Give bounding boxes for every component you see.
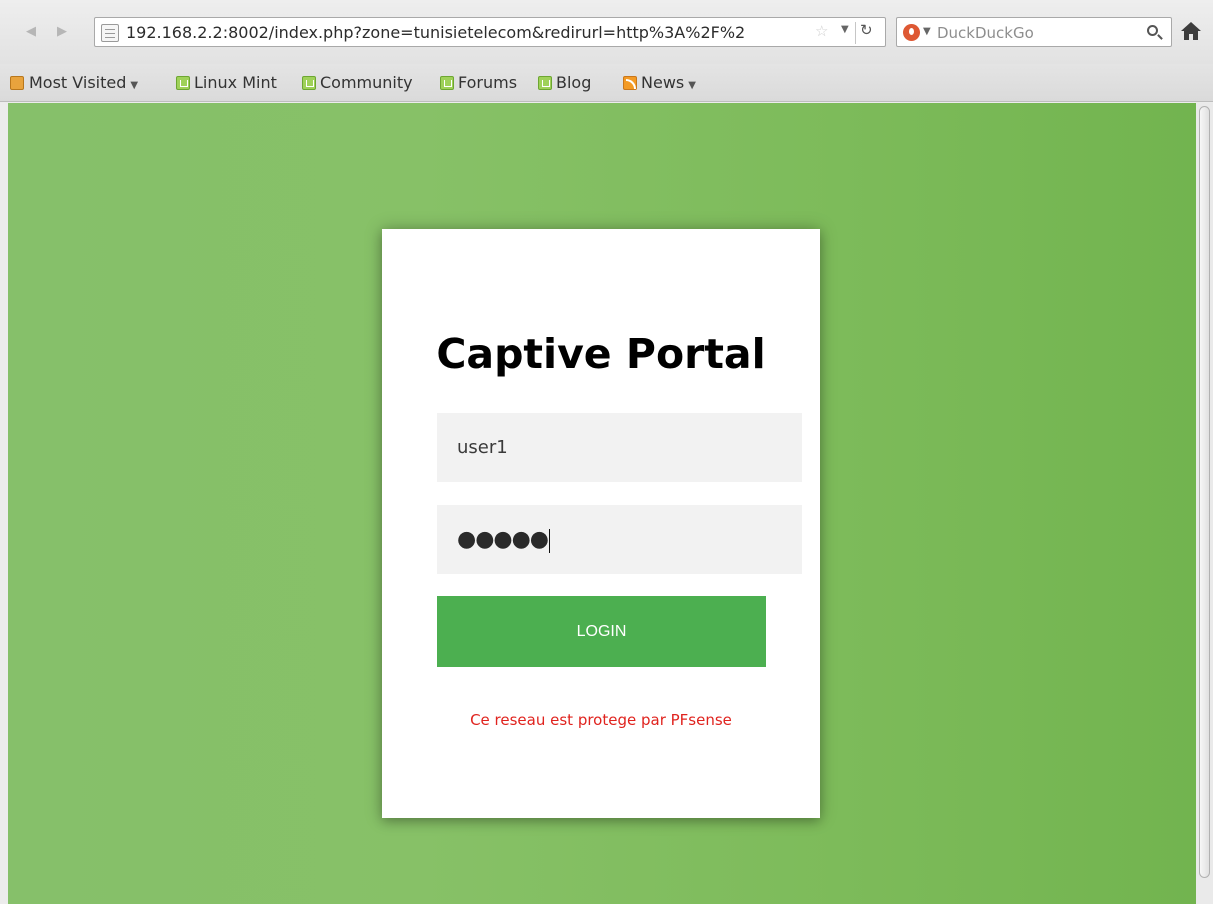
linux-mint-icon [176,76,190,90]
forward-arrow-icon[interactable]: ▶ [53,22,71,42]
text-caret [548,529,550,553]
home-icon[interactable] [1180,20,1202,42]
password-mask: ●●●●● [457,527,549,552]
rss-feed-icon [623,76,637,90]
back-arrow-icon[interactable]: ◀ [22,22,40,42]
vertical-scrollbar[interactable] [1196,103,1213,904]
bookmark-linux-mint[interactable]: Linux Mint [194,73,277,93]
bookmarks-toolbar: Most Visited ▼ Linux Mint Community Forum… [0,64,1213,102]
login-card: Captive Portal user1 ●●●●● LOGIN Ce rese… [382,229,820,818]
bookmark-forums[interactable]: Forums [458,73,517,93]
folder-icon [10,76,24,90]
search-engine-dropdown-icon[interactable]: ▼ [923,26,931,37]
password-field[interactable]: ●●●●● [437,505,802,574]
protection-notice: Ce reseau est protege par PFsense [470,711,732,729]
chevron-down-icon: ▼ [130,80,139,91]
search-icon[interactable] [1147,25,1158,36]
linux-mint-icon [538,76,552,90]
navigation-toolbar: ◀ ▶ 192.168.2.2:8002/index.php?zone=tuni… [0,0,1213,64]
url-bar[interactable]: 192.168.2.2:8002/index.php?zone=tunisiet… [94,17,886,47]
bookmark-star-icon[interactable]: ☆ [815,22,828,40]
bookmark-news[interactable]: News ▼ [641,73,696,93]
page-title: Captive Portal [436,330,766,378]
login-button[interactable]: LOGIN [437,596,766,667]
search-bar[interactable]: ▼ DuckDuckGo [896,17,1172,47]
linux-mint-icon [440,76,454,90]
bookmark-community[interactable]: Community [320,73,413,93]
bookmark-blog[interactable]: Blog [556,73,591,93]
chevron-down-icon: ▼ [688,80,696,91]
username-value: user1 [457,437,508,458]
duckduckgo-icon[interactable] [903,24,920,41]
url-text[interactable]: 192.168.2.2:8002/index.php?zone=tunisiet… [126,22,810,44]
page-icon [101,24,119,42]
bookmark-most-visited[interactable]: Most Visited ▼ [29,73,138,93]
url-divider [855,22,856,44]
linux-mint-icon [302,76,316,90]
search-input[interactable]: DuckDuckGo [937,22,1034,44]
reload-icon[interactable]: ↻ [860,21,873,39]
username-field[interactable]: user1 [437,413,802,482]
url-history-dropdown-icon[interactable]: ▼ [841,24,849,35]
scrollbar-thumb[interactable] [1199,106,1210,878]
